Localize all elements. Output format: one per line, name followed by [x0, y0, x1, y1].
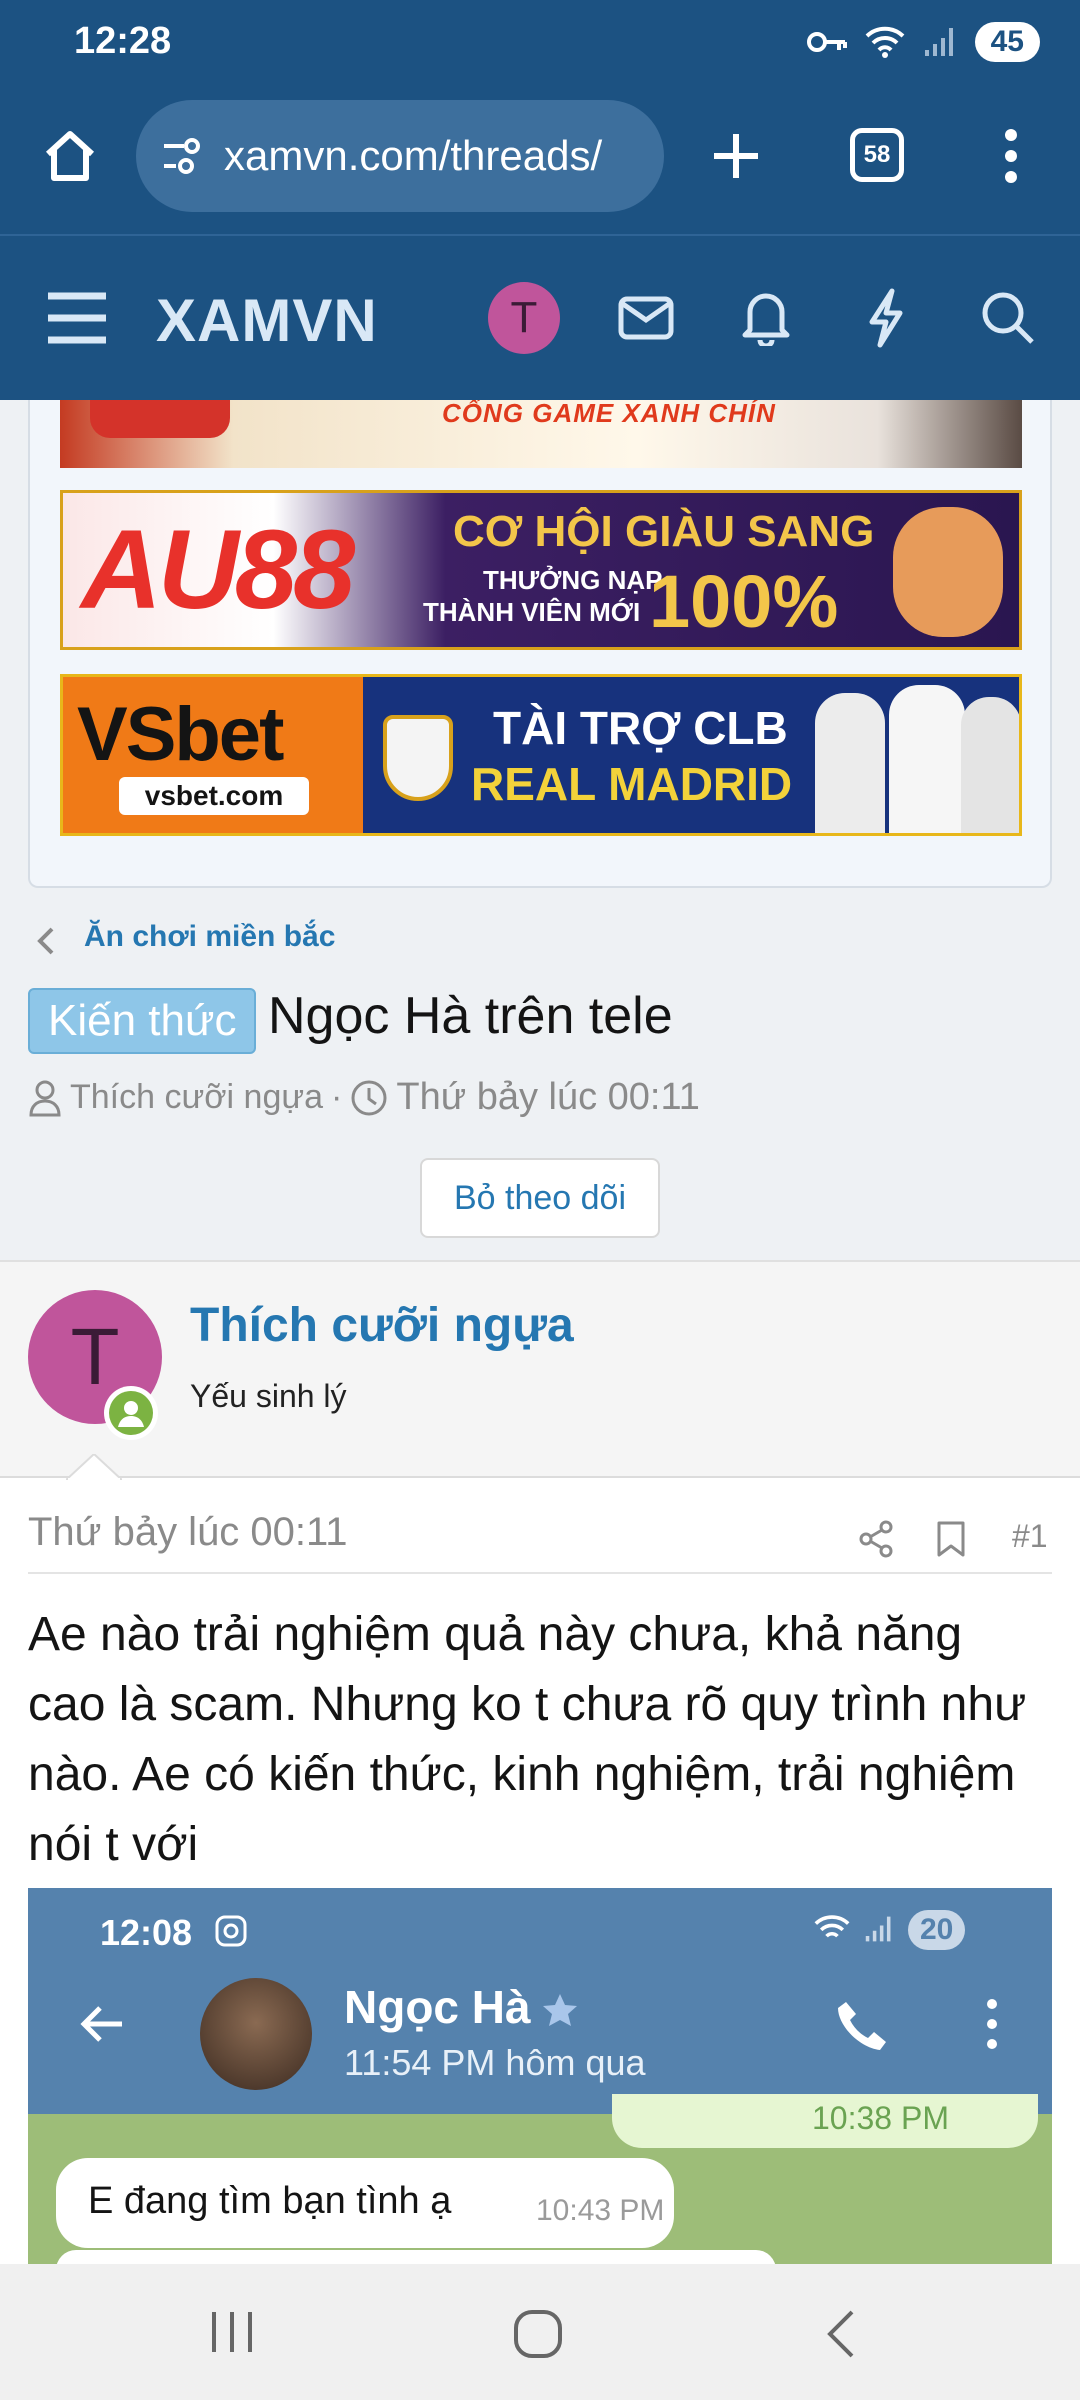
embedded-signal-icon — [865, 1916, 891, 1942]
post-divider — [28, 1572, 1052, 1574]
sent-message-time: 10:38 PM — [812, 2100, 949, 2136]
thread-author[interactable]: Thích cưỡi ngựa — [70, 1078, 323, 1117]
vsbet-domain: vsbet.com — [119, 777, 309, 815]
real-madrid-crest-icon — [383, 715, 453, 801]
poster-username[interactable]: Thích cưỡi ngựa — [190, 1298, 574, 1353]
browser-toolbar: xamvn.com/threads/ 58 — [0, 88, 1080, 236]
menu-icon[interactable] — [46, 292, 108, 344]
url-text: xamvn.com/threads/ — [224, 132, 603, 179]
received-message-time: 10:43 PM — [536, 2194, 665, 2227]
thread-date[interactable]: Thứ bảy lúc 00:11 — [396, 1076, 700, 1119]
post-arrow — [66, 1454, 122, 1480]
breadcrumb[interactable]: Ăn chơi miền bắc — [84, 920, 335, 954]
whats-new-icon[interactable] — [866, 288, 906, 348]
thread-title: Ngọc Hà trên tele — [268, 987, 673, 1045]
post-author-block: T Thích cưỡi ngựa Yếu sinh lý — [0, 1260, 1080, 1478]
au88-headline: CƠ HỘI GIÀU SANG — [453, 507, 875, 556]
user-icon — [29, 1080, 61, 1116]
bell-icon[interactable] — [742, 288, 790, 346]
ad-banner-game[interactable]: CỔNG GAME XANH CHÍN — [60, 400, 1022, 468]
url-bar[interactable]: xamvn.com/threads/ — [136, 100, 664, 212]
embedded-time: 12:08 — [100, 1912, 193, 1953]
user-avatar[interactable]: T — [488, 282, 560, 354]
player-image-1 — [815, 693, 885, 833]
online-user-icon — [109, 1391, 153, 1435]
meta-separator: · — [331, 1078, 343, 1116]
received-message-text: E đang tìm bạn tình ạ — [88, 2180, 452, 2222]
battery-indicator: 45 — [974, 22, 1040, 62]
home-button-icon[interactable] — [512, 2308, 564, 2360]
chevron-left-icon[interactable] — [36, 926, 56, 956]
online-status-badge — [104, 1386, 158, 1440]
post-date[interactable]: Thứ bảy lúc 00:11 — [28, 1510, 348, 1555]
share-icon[interactable] — [858, 1520, 894, 1558]
ad-banner-au88[interactable]: AU88 CƠ HỘI GIÀU SANG THƯỞNG NẠP THÀNH V… — [60, 490, 1022, 650]
status-bar: 12:28 45 — [0, 0, 1080, 88]
vsbet-logo: VSbet — [77, 692, 284, 777]
au88-line2: THÀNH VIÊN MỚI — [423, 597, 641, 627]
wifi-icon — [865, 26, 905, 58]
ad-area: CỔNG GAME XANH CHÍN AU88 CƠ HỘI GIÀU SAN… — [0, 400, 1080, 1260]
au88-percent: 100% — [649, 560, 839, 643]
embedded-battery: 20 — [908, 1910, 966, 1950]
vsbet-line1: TÀI TRỢ CLB — [493, 702, 788, 754]
status-time: 12:28 — [74, 20, 172, 62]
inbox-icon[interactable] — [618, 296, 674, 340]
system-nav-bar — [0, 2264, 1080, 2400]
contact-name: Ngọc Hà — [344, 1981, 531, 2033]
post-image-attachment[interactable]: 12:08 20 Ngọc Hà 11:54 PM hôm qua 10:38 … — [28, 1888, 1052, 2264]
contact-last-seen: 11:54 PM hôm qua — [344, 2042, 646, 2083]
post-body: Ae nào trải nghiệm quả này chưa, khả năn… — [28, 1608, 1027, 1871]
vsbet-line2: REAL MADRID — [471, 758, 793, 810]
thread-prefix-badge[interactable]: Kiến thức — [28, 988, 257, 1054]
embedded-header: 12:08 20 Ngọc Hà 11:54 PM hôm qua — [28, 1888, 1052, 2114]
back-button-icon[interactable] — [822, 2308, 858, 2360]
more-options-icon[interactable] — [998, 128, 1024, 184]
player-image-2 — [889, 685, 965, 833]
unwatch-button[interactable]: Bỏ theo dõi — [420, 1158, 660, 1238]
sent-message-bubble: 10:38 PM — [612, 2094, 1038, 2148]
home-icon[interactable] — [40, 126, 100, 186]
new-tab-icon[interactable] — [710, 130, 762, 182]
au88-line1: THƯỞNG NẠP — [483, 565, 663, 595]
embedded-more-icon — [987, 1999, 997, 2049]
mascot-image — [893, 507, 1003, 637]
tab-switcher-button[interactable]: 58 — [850, 128, 904, 182]
site-settings-icon[interactable] — [162, 138, 208, 178]
post-number[interactable]: #1 — [1012, 1518, 1048, 1555]
instagram-icon — [215, 1915, 247, 1947]
thread-meta: Thích cưỡi ngựa · Thứ bảy lúc 00:11 — [28, 1076, 700, 1119]
received-message-bubble: E đang tìm bạn tình ạ 10:43 PM — [56, 2158, 674, 2248]
site-header: XAMVN T — [0, 236, 1080, 400]
embedded-wifi-icon — [814, 1915, 850, 1938]
ad-container: CỔNG GAME XANH CHÍN AU88 CƠ HỘI GIÀU SAN… — [28, 400, 1052, 888]
vpn-key-icon — [806, 32, 847, 52]
back-arrow-icon — [80, 2006, 122, 2042]
player-image-3 — [961, 697, 1019, 833]
recent-apps-icon[interactable] — [208, 2308, 256, 2356]
signal-icon — [924, 28, 953, 56]
au88-logo: AU88 — [81, 507, 355, 632]
poster-user-title: Yếu sinh lý — [190, 1378, 347, 1414]
game-logo-shape — [90, 400, 230, 438]
ad-banner-game-text: CỔNG GAME XANH CHÍN — [442, 400, 776, 428]
clock-icon — [351, 1080, 387, 1115]
next-message-bubble — [56, 2250, 776, 2264]
ad-banner-vsbet[interactable]: VSbet vsbet.com TÀI TRỢ CLB REAL MADRID — [60, 674, 1022, 836]
search-icon[interactable] — [980, 290, 1036, 346]
bookmark-icon[interactable] — [936, 1520, 966, 1558]
site-logo[interactable]: XAMVN — [156, 286, 378, 355]
star-icon — [543, 1994, 577, 2026]
phone-icon — [838, 2002, 886, 2050]
contact-avatar — [200, 1978, 312, 2090]
